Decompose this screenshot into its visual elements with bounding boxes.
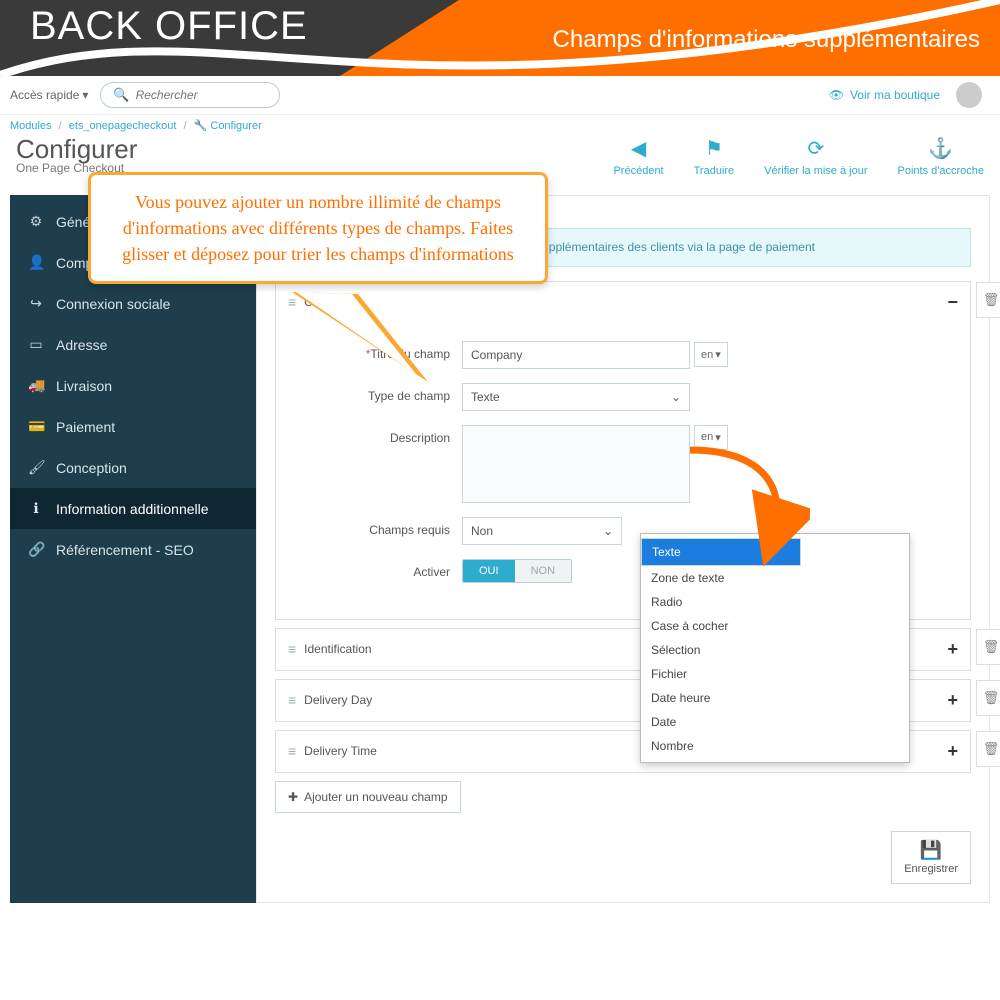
trash-icon: 🗑	[983, 292, 1000, 308]
crumb-modules[interactable]: Modules	[10, 120, 52, 132]
caret-down-icon: ▾	[82, 88, 88, 102]
login-icon: ↪	[28, 295, 44, 312]
chevron-down-icon: ⌄	[671, 390, 681, 404]
crumb-module-name[interactable]: ets_onepagecheckout	[69, 120, 177, 132]
search-input[interactable]	[136, 88, 268, 102]
delete-panel-button[interactable]: 🗑	[976, 282, 1000, 318]
callout-tail-icon	[288, 290, 438, 400]
avatar[interactable]	[956, 82, 982, 108]
gear-icon: ⚙	[28, 213, 44, 230]
panel-title: Identification	[304, 642, 371, 656]
delete-panel-button[interactable]: 🗑	[976, 731, 1000, 767]
collapse-icon[interactable]: −	[947, 292, 958, 313]
card-icon: ▭	[28, 336, 44, 353]
breadcrumb: Modules / ets_onepagecheckout / 🔧 Config…	[0, 115, 1000, 136]
dropdown-option[interactable]: Date heure	[641, 686, 909, 710]
sidebar-item-social[interactable]: ↪Connexion sociale	[10, 283, 256, 324]
select-required[interactable]: Non⌄	[462, 517, 622, 545]
sidebar-item-seo[interactable]: 🔗Référencement - SEO	[10, 529, 256, 570]
sidebar-item-address[interactable]: ▭Adresse	[10, 324, 256, 365]
trash-icon: 🗑	[983, 741, 1000, 757]
back-icon: ◀	[631, 136, 646, 161]
textarea-description[interactable]	[462, 425, 690, 503]
trash-icon: 🗑	[983, 639, 1000, 655]
lang-selector-title[interactable]: en▾	[694, 342, 728, 367]
user-icon: 👤	[28, 254, 44, 271]
sidebar-item-shipping[interactable]: 🚚Livraison	[10, 365, 256, 406]
drag-handle-icon[interactable]: ≡	[288, 744, 296, 758]
dropdown-option[interactable]: Nombre	[641, 734, 909, 758]
view-shop-link[interactable]: 👁 Voir ma boutique	[829, 88, 940, 102]
dropdown-option[interactable]: Radio	[641, 590, 909, 614]
topbar: Accès rapide▾ 🔍 👁 Voir ma boutique	[0, 76, 1000, 115]
quick-access-menu[interactable]: Accès rapide▾	[10, 88, 88, 102]
action-back[interactable]: ◀Précédent	[613, 136, 663, 177]
brush-icon: 🖌	[28, 459, 44, 476]
anchor-icon: ⚓	[928, 136, 953, 161]
dropdown-option[interactable]: Sélection	[641, 638, 909, 662]
dropdown-option[interactable]: Case à cocher	[641, 614, 909, 638]
trash-icon: 🗑	[983, 690, 1000, 706]
save-icon: 💾	[920, 840, 942, 861]
field-type-dropdown[interactable]: TexteZone de texteRadioCase à cocherSéle…	[640, 533, 910, 763]
link-icon: 🔗	[28, 541, 44, 558]
chevron-down-icon: ▾	[715, 348, 721, 361]
eye-icon: 👁	[829, 88, 844, 102]
expand-icon[interactable]: +	[947, 639, 958, 660]
sidebar: ⚙Général 👤Compte ↪Connexion sociale ▭Adr…	[10, 195, 256, 903]
drag-handle-icon[interactable]: ≡	[288, 642, 296, 656]
flag-icon: ⚑	[705, 136, 723, 161]
toggle-on[interactable]: OUI	[463, 560, 515, 582]
add-field-button[interactable]: ✚ Ajouter un nouveau champ	[275, 781, 461, 813]
search-box[interactable]: 🔍	[100, 82, 280, 108]
credit-card-icon: 💳	[28, 418, 44, 435]
info-icon: ℹ	[28, 500, 44, 517]
label-required: Champs requis	[282, 517, 462, 537]
crumb-current: 🔧 Configurer	[194, 120, 262, 132]
refresh-icon: ⟳	[807, 136, 824, 161]
action-translate[interactable]: ⚑Traduire	[694, 136, 735, 177]
delete-panel-button[interactable]: 🗑	[976, 629, 1000, 665]
callout-text: Vous pouvez ajouter un nombre illimité d…	[88, 172, 548, 284]
sidebar-item-payment[interactable]: 💳Paiement	[10, 406, 256, 447]
input-field-title[interactable]	[462, 341, 690, 369]
banner-title-left: BACK OFFICE	[30, 4, 308, 49]
drag-handle-icon[interactable]: ≡	[288, 693, 296, 707]
dropdown-option[interactable]: Fichier	[641, 662, 909, 686]
select-field-type[interactable]: Texte⌄	[462, 383, 690, 411]
dropdown-option[interactable]: Zone de texte	[641, 566, 909, 590]
save-button[interactable]: 💾 Enregistrer	[891, 831, 971, 884]
panel-title: Delivery Day	[304, 693, 372, 707]
label-enable: Activer	[282, 559, 462, 579]
dropdown-option[interactable]: Date	[641, 710, 909, 734]
chevron-down-icon: ⌄	[603, 524, 613, 538]
toggle-off[interactable]: NON	[515, 560, 571, 582]
truck-icon: 🚚	[28, 377, 44, 394]
action-hooks[interactable]: ⚓Points d'accroche	[898, 136, 984, 177]
lang-selector-desc[interactable]: en▾	[694, 425, 728, 450]
page-title: Configurer	[16, 136, 137, 163]
expand-icon[interactable]: +	[947, 690, 958, 711]
delete-panel-button[interactable]: 🗑	[976, 680, 1000, 716]
help-callout: Vous pouvez ajouter un nombre illimité d…	[88, 172, 548, 284]
panel-title: Delivery Time	[304, 744, 377, 758]
action-check-update[interactable]: ⟳Vérifier la mise à jour	[764, 136, 867, 177]
search-icon: 🔍	[113, 87, 129, 103]
dropdown-option[interactable]: Texte	[641, 538, 801, 566]
banner-header: BACK OFFICE Champs d'informations supplé…	[0, 0, 1000, 76]
expand-icon[interactable]: +	[947, 741, 958, 762]
chevron-down-icon: ▾	[715, 431, 721, 444]
label-description: Description	[282, 425, 462, 445]
sidebar-item-design[interactable]: 🖌Conception	[10, 447, 256, 488]
banner-title-right: Champs d'informations supplémentaires	[553, 26, 980, 54]
toggle-enable[interactable]: OUI NON	[462, 559, 572, 583]
plus-icon: ✚	[288, 790, 298, 804]
sidebar-item-additional-info[interactable]: ℹInformation additionnelle	[10, 488, 256, 529]
